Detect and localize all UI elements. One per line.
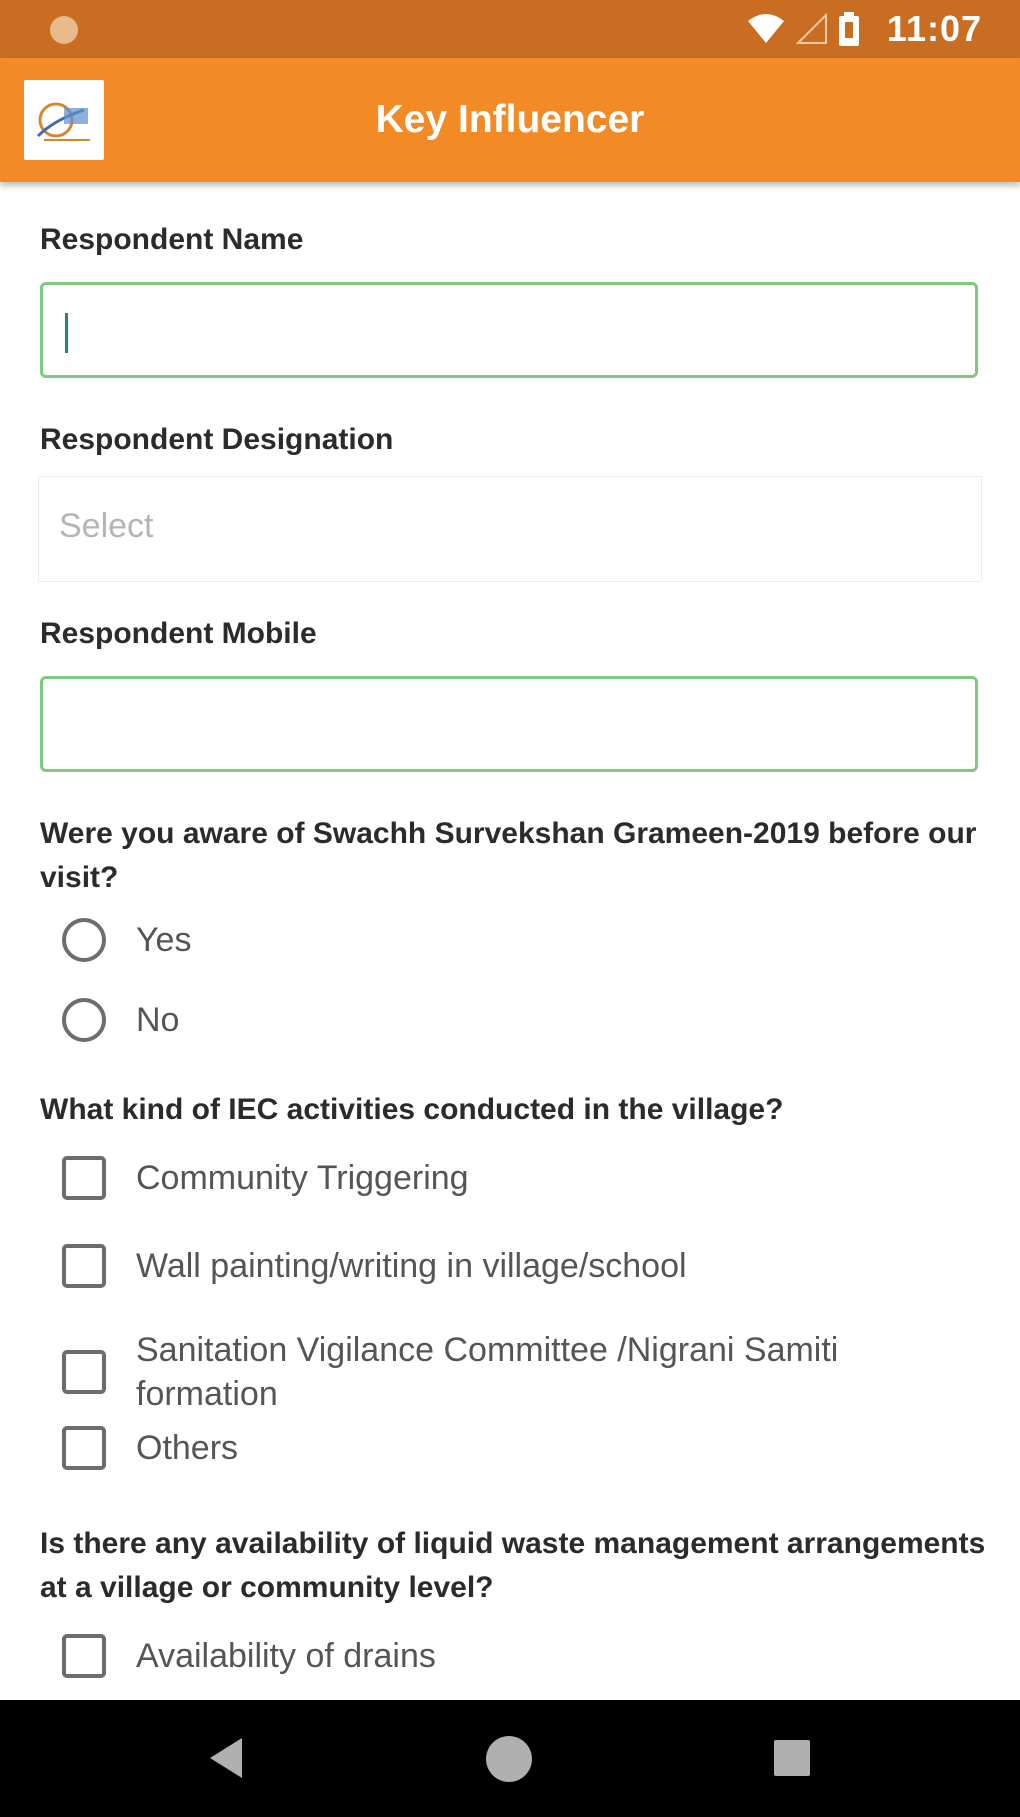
- status-bar: 11:07: [0, 0, 1020, 58]
- respondent-name-label: Respondent Name: [40, 223, 304, 256]
- awareness-question-label: Were you aware of Swachh Survekshan Gram…: [40, 817, 977, 894]
- checkbox-box[interactable]: [62, 1426, 106, 1470]
- checkbox-wall-painting[interactable]: Wall painting/writing in village/school: [62, 1244, 687, 1288]
- checkbox-others[interactable]: Others: [62, 1426, 238, 1470]
- radio-yes-label: Yes: [136, 921, 192, 959]
- text-cursor: [65, 313, 68, 353]
- checkbox-box[interactable]: [62, 1350, 106, 1394]
- signal-icon: [796, 13, 827, 44]
- liquid-waste-question-label: Is there any availability of liquid wast…: [40, 1527, 986, 1604]
- checkbox-label: Others: [136, 1429, 239, 1467]
- respondent-mobile-label: Respondent Mobile: [40, 617, 317, 650]
- checkbox-box[interactable]: [62, 1244, 106, 1288]
- respondent-name-input[interactable]: [40, 282, 978, 378]
- respondent-designation-label: Respondent Designation: [40, 423, 394, 456]
- checkbox-label: Community Triggering: [136, 1159, 469, 1197]
- radio-circle[interactable]: [62, 918, 106, 962]
- checkbox-box[interactable]: [62, 1156, 106, 1200]
- radio-no[interactable]: No: [62, 998, 179, 1042]
- form-content[interactable]: Respondent Name Respondent Designation S…: [0, 182, 1020, 1700]
- radio-circle[interactable]: [62, 998, 106, 1042]
- app-logo[interactable]: [24, 80, 104, 160]
- app-bar: Key Influencer: [0, 58, 1020, 182]
- respondent-designation-select[interactable]: Select: [38, 476, 982, 582]
- wifi-icon: [748, 14, 784, 43]
- checkbox-label: Availability of drains: [136, 1637, 436, 1675]
- radio-yes[interactable]: Yes: [62, 918, 191, 962]
- checkbox-label: Sanitation Vigilance Committee /Nigrani …: [136, 1331, 839, 1413]
- recent-apps-icon[interactable]: [774, 1740, 810, 1776]
- checkbox-drains[interactable]: Availability of drains: [62, 1634, 436, 1678]
- back-icon[interactable]: [210, 1738, 242, 1778]
- logo-icon: [36, 102, 90, 141]
- respondent-mobile-input[interactable]: [40, 676, 978, 772]
- checkbox-label: Wall painting/writing in village/school: [136, 1247, 687, 1285]
- checkbox-community-triggering[interactable]: Community Triggering: [62, 1156, 469, 1200]
- iec-question-label: What kind of IEC activities conducted in…: [40, 1093, 784, 1126]
- checkbox-box[interactable]: [62, 1634, 106, 1678]
- navigation-bar: [0, 1700, 1020, 1817]
- radio-no-label: No: [136, 1001, 180, 1039]
- screen: 11:07 Key Influencer Respondent Name Res…: [0, 0, 1020, 1817]
- status-time: 11:07: [886, 8, 982, 49]
- status-icons: [746, 12, 860, 46]
- checkbox-sanitation-committee[interactable]: Sanitation Vigilance Committee /Nigrani …: [62, 1328, 956, 1416]
- battery-icon: [839, 12, 859, 46]
- home-icon[interactable]: [486, 1736, 532, 1782]
- designation-placeholder: Select: [59, 507, 154, 545]
- page-title: Key Influencer: [375, 98, 645, 141]
- notification-dot-icon: [50, 16, 78, 44]
